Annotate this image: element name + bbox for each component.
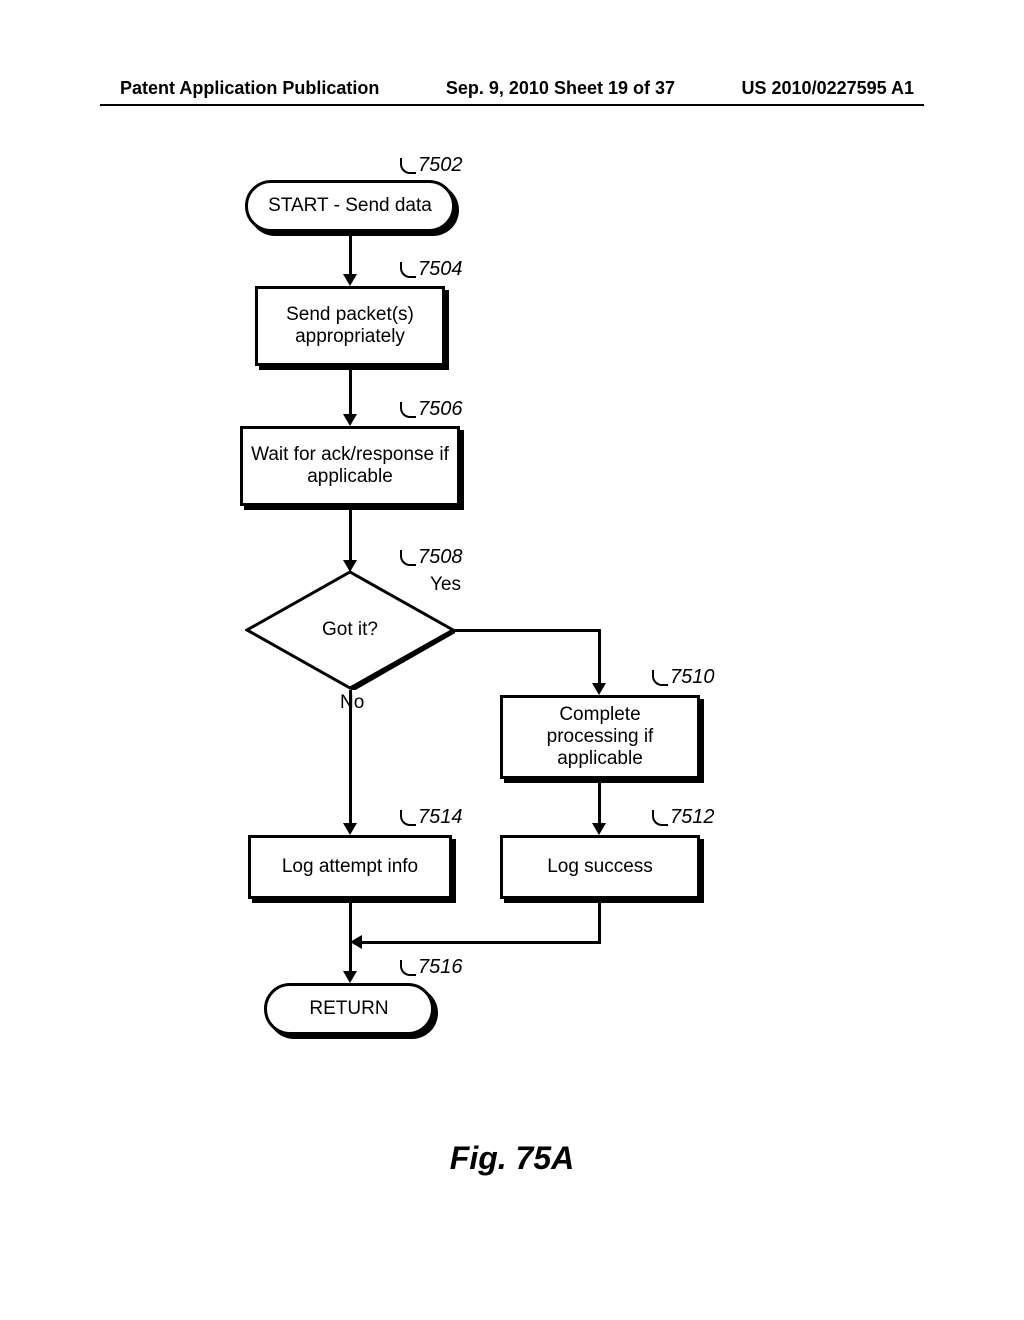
- header-left: Patent Application Publication: [120, 78, 379, 99]
- arrow: [598, 783, 601, 825]
- arrowhead-icon: [350, 935, 362, 949]
- edge-no: No: [340, 692, 364, 714]
- arrowhead-icon: [592, 683, 606, 695]
- ref-7502: 7502: [418, 154, 463, 177]
- arrow: [349, 510, 352, 562]
- ref-7516: 7516: [418, 956, 463, 979]
- node-logattempt-text: Log attempt info: [282, 856, 418, 878]
- ref-7514: 7514: [418, 806, 463, 829]
- node-logattempt: Log attempt info: [248, 835, 452, 899]
- node-decision-text: Got it?: [245, 570, 455, 690]
- ref-7508: 7508: [418, 546, 463, 569]
- arrow: [349, 370, 352, 416]
- node-complete: Complete processing if applicable: [500, 695, 700, 779]
- header-right: US 2010/0227595 A1: [742, 78, 914, 99]
- node-start: START - Send data: [245, 180, 455, 232]
- node-complete-text: Complete processing if applicable: [511, 704, 689, 770]
- figure-caption: Fig. 75A: [0, 1140, 1024, 1177]
- header-center: Sep. 9, 2010 Sheet 19 of 37: [446, 78, 675, 99]
- arrow: [598, 629, 601, 685]
- arrow: [349, 236, 352, 276]
- arrow: [455, 629, 600, 632]
- ref-7510: 7510: [670, 666, 715, 689]
- node-send: Send packet(s) appropriately: [255, 286, 445, 366]
- arrowhead-icon: [592, 823, 606, 835]
- arrow: [349, 690, 352, 823]
- node-return-text: RETURN: [309, 998, 388, 1020]
- arrowhead-icon: [343, 414, 357, 426]
- node-start-text: START - Send data: [268, 195, 432, 217]
- node-return: RETURN: [264, 983, 434, 1035]
- arrowhead-icon: [343, 823, 357, 835]
- node-logsuccess: Log success: [500, 835, 700, 899]
- header-rule: [100, 104, 924, 106]
- arrowhead-icon: [343, 971, 357, 983]
- flowchart: START - Send data 7502 Send packet(s) ap…: [0, 150, 1024, 1050]
- node-wait: Wait for ack/response if applicable: [240, 426, 460, 506]
- arrowhead-icon: [343, 274, 357, 286]
- ref-7506: 7506: [418, 398, 463, 421]
- edge-yes: Yes: [430, 574, 461, 596]
- ref-7504: 7504: [418, 258, 463, 281]
- node-send-text: Send packet(s) appropriately: [266, 304, 434, 348]
- node-decision: Got it?: [245, 570, 455, 690]
- node-logsuccess-text: Log success: [547, 856, 653, 878]
- arrow: [360, 941, 601, 944]
- page-header: Patent Application Publication Sep. 9, 2…: [0, 78, 1024, 99]
- node-wait-text: Wait for ack/response if applicable: [251, 444, 449, 488]
- ref-7512: 7512: [670, 806, 715, 829]
- arrow: [598, 903, 601, 943]
